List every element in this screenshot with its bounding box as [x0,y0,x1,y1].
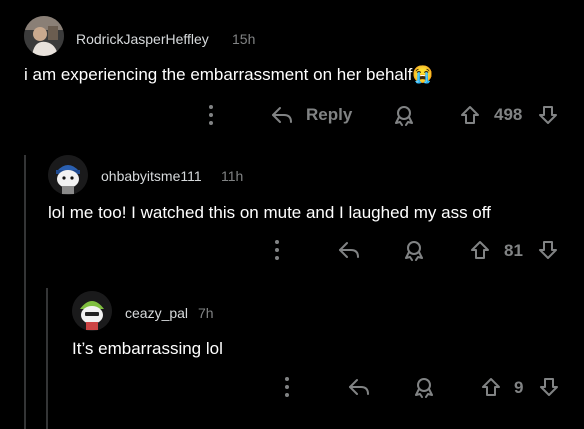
award-button[interactable] [402,238,426,262]
downvote-icon [539,106,557,124]
vote-count: 498 [494,105,523,124]
downvote-button[interactable] [536,238,560,262]
upvote-icon [461,106,479,124]
reply-arrow-icon [272,107,292,123]
comment-author[interactable]: RodrickJasperHeffley [76,31,209,47]
avatar[interactable] [72,291,112,331]
comment-author[interactable]: ceazy_pal [125,305,188,321]
upvote-icon [482,378,500,396]
thread-line-level-2[interactable] [46,288,48,429]
comment-body: It’s embarrassing lol [72,339,223,358]
avatar[interactable] [24,16,64,56]
reply-arrow-icon [349,379,369,395]
award-button[interactable] [392,103,416,127]
upvote-button[interactable] [458,103,482,127]
upvote-icon [471,241,489,259]
more-options-button[interactable] [270,238,284,262]
comment-body: lol me too! I watched this on mute and I… [48,203,491,222]
more-options-button[interactable] [280,375,294,399]
more-options-button[interactable] [204,103,218,127]
downvote-icon [540,378,558,396]
award-icon [395,106,413,126]
reply-label: Reply [306,105,353,124]
thread-line-level-1[interactable] [24,155,26,429]
downvote-button[interactable] [536,103,560,127]
downvote-button[interactable] [537,375,561,399]
comment-author[interactable]: ohbabyitsme111 [101,168,202,184]
comment-timestamp: 7h [198,305,214,321]
comment-timestamp: 15h [232,31,256,47]
award-icon [415,378,433,398]
award-button[interactable] [412,375,436,399]
upvote-button[interactable] [479,375,503,399]
comment-text: i am experiencing the embarrassment on h… [24,65,413,84]
reply-button[interactable] [336,238,362,262]
crying-emoji-icon: 😭 [412,65,434,84]
award-icon [405,241,423,261]
downvote-icon [539,241,557,259]
reply-button[interactable]: Reply [270,103,352,127]
comment-body: i am experiencing the embarrassment on h… [24,65,434,85]
comment-timestamp: 11h [221,168,244,184]
vote-count: 81 [504,241,523,260]
reply-button[interactable] [346,375,372,399]
reply-arrow-icon [339,242,359,258]
vote-count: 9 [514,378,524,397]
upvote-button[interactable] [468,238,492,262]
avatar[interactable] [48,155,88,195]
